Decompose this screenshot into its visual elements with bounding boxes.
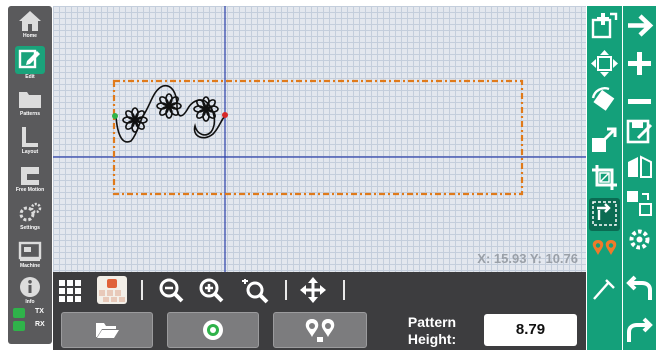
pattern-height-field[interactable]: 8.79	[484, 314, 577, 346]
next-arrow-icon[interactable]	[624, 10, 655, 41]
nav-item-machine[interactable]: Machine	[8, 238, 52, 276]
toolbar-divider	[141, 280, 143, 300]
needle-position-icon	[203, 320, 223, 340]
start-point-marker[interactable]	[112, 113, 118, 119]
pattern-height-label: Pattern Height:	[407, 314, 457, 347]
free-motion-icon	[21, 167, 39, 185]
action-column	[623, 6, 656, 350]
settings-gear-icon[interactable]	[624, 224, 655, 255]
open-pattern-button[interactable]	[61, 312, 153, 348]
rx-label: RX	[35, 321, 45, 328]
nav-item-free-motion[interactable]: Free Motion	[8, 162, 52, 200]
nav-item-layout[interactable]: Layout	[8, 124, 52, 162]
toolbar-divider	[343, 280, 345, 300]
mirror-icon[interactable]	[624, 152, 655, 183]
bottom-toolbar: Pattern Height: 8.79	[53, 272, 586, 350]
needle-position-button[interactable]	[167, 312, 259, 348]
tx-indicator: TX	[13, 307, 53, 319]
coordinate-readout: X: 15.93 Y: 10.76	[477, 251, 578, 266]
settings-icon	[19, 202, 42, 222]
grid-view-icon[interactable]	[56, 275, 84, 305]
nav-item-label: Machine	[19, 263, 40, 269]
rx-indicator: RX	[13, 320, 53, 332]
align-tool-selected[interactable]	[589, 198, 620, 231]
zoom-fit-icon[interactable]	[239, 275, 271, 305]
nav-item-label: Home	[23, 33, 37, 39]
nav-item-label: Patterns	[19, 111, 40, 117]
nav-item-patterns[interactable]: Patterns	[8, 86, 52, 124]
layout-icon	[22, 127, 38, 147]
set-points-button[interactable]	[273, 312, 367, 348]
tx-led	[13, 308, 25, 318]
rotate-icon[interactable]	[589, 86, 620, 117]
nav-item-edit[interactable]: Edit	[8, 46, 52, 84]
nav-item-home[interactable]: Home	[8, 8, 52, 46]
save-icon[interactable]	[624, 116, 655, 147]
repeat-icon[interactable]	[624, 188, 655, 219]
end-point-marker[interactable]	[222, 112, 228, 118]
machine-icon	[18, 241, 42, 261]
add-icon[interactable]	[624, 48, 655, 79]
zoom-in-icon[interactable]	[197, 275, 225, 305]
nav-item-label: Free Motion	[15, 187, 45, 193]
nav-item-label: Layout	[21, 149, 39, 155]
set-points-icon	[305, 319, 335, 342]
start-end-points-icon[interactable]	[589, 236, 620, 267]
pan-icon[interactable]	[297, 275, 329, 305]
left-navigation: Home Edit Patterns Layout Free Motion Se…	[8, 6, 52, 344]
nav-item-label: Info	[25, 299, 35, 305]
crop-icon[interactable]	[589, 162, 620, 193]
redo-icon[interactable]	[624, 312, 655, 343]
pattern-canvas[interactable]: X: 15.93 Y: 10.76	[53, 6, 586, 272]
folder-icon	[19, 92, 41, 108]
add-pattern-icon[interactable]	[589, 10, 620, 41]
nav-item-settings[interactable]: Settings	[8, 200, 52, 238]
nav-item-label: Settings	[20, 225, 40, 231]
nav-item-label: Edit	[25, 74, 35, 80]
move-pattern-icon[interactable]	[589, 48, 620, 79]
home-icon	[19, 11, 41, 31]
tx-label: TX	[35, 308, 44, 315]
edit-icon	[18, 49, 40, 69]
quilt-boundary	[112, 79, 524, 196]
toolbar-divider	[285, 280, 287, 300]
rx-led	[13, 321, 25, 331]
align-icon	[592, 201, 617, 226]
quilt-preview-icon[interactable]	[95, 275, 129, 305]
edit-tools-column	[587, 6, 622, 350]
measure-icon[interactable]	[589, 274, 620, 305]
undo-icon[interactable]	[624, 274, 655, 305]
zoom-out-icon[interactable]	[157, 275, 185, 305]
folder-open-icon	[96, 323, 119, 338]
remove-icon[interactable]	[624, 86, 655, 117]
canvas-overlay	[53, 6, 586, 272]
resize-icon[interactable]	[589, 124, 620, 155]
info-icon	[20, 277, 40, 297]
stitch-pattern[interactable]	[115, 84, 226, 143]
